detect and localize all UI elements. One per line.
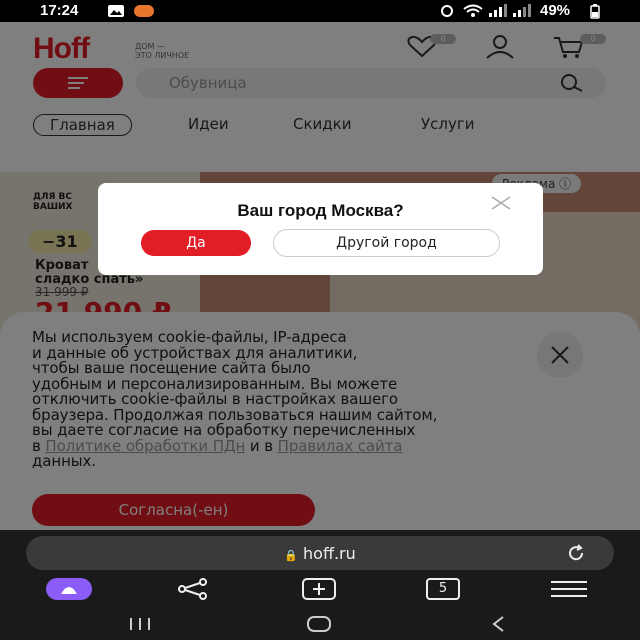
tabs-counter[interactable]: 5 (426, 578, 460, 600)
status-time: 17:24 (40, 2, 79, 19)
signal-icon (489, 4, 507, 17)
gallery-icon (108, 5, 124, 17)
browser-chrome: 🔒 hoff.ru 5 (0, 530, 640, 640)
url-value: hoff.ru (303, 544, 356, 563)
status-bar: 17:24 49% (0, 0, 640, 22)
new-tab-icon[interactable] (302, 578, 336, 600)
battery-icon (590, 4, 600, 19)
modal-overlay[interactable] (0, 22, 640, 530)
home-icon[interactable] (306, 614, 332, 634)
battery-percent: 49% (540, 2, 571, 19)
recent-apps-icon[interactable] (128, 614, 152, 634)
alarm-icon (441, 5, 453, 17)
alice-assistant-icon[interactable] (46, 578, 92, 600)
address-bar[interactable]: 🔒 hoff.ru (26, 536, 614, 570)
app-notification-icon (134, 5, 154, 17)
dialog-title: Ваш город Москва? (237, 201, 404, 220)
signal-icon-2 (513, 4, 531, 17)
reload-icon[interactable] (566, 544, 586, 562)
lock-icon: 🔒 (284, 549, 298, 562)
back-icon[interactable] (490, 614, 506, 634)
confirm-city-button[interactable]: Да (141, 230, 251, 256)
browser-menu-icon[interactable] (550, 578, 588, 600)
other-city-button[interactable]: Другой город (273, 229, 500, 257)
wifi-icon (463, 4, 483, 17)
city-dialog: Ваш город Москва? Да Другой город (98, 183, 543, 275)
share-icon[interactable] (176, 578, 210, 600)
url-text: 🔒 hoff.ru (26, 544, 614, 563)
dialog-close-icon[interactable] (490, 192, 512, 214)
